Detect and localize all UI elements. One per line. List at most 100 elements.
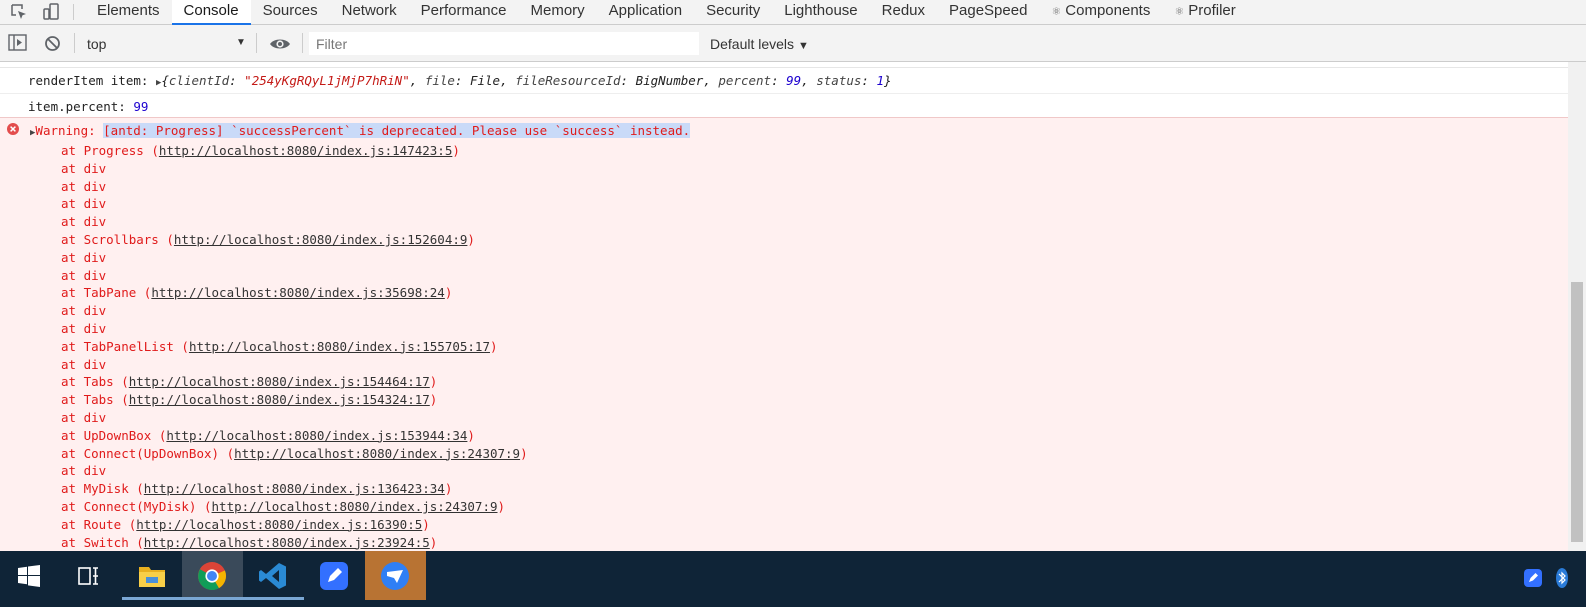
stack-source-link[interactable]: http://localhost:8080/index.js:24307:9 — [234, 446, 520, 461]
scrollbar-thumb[interactable] — [1571, 282, 1583, 542]
stack-source-link[interactable]: http://localhost:8080/index.js:147423:5 — [159, 143, 453, 158]
tab-label: Network — [341, 2, 397, 19]
error-message: ▶Warning: [antd: Progress] `successPerce… — [30, 123, 691, 138]
vscode-icon — [259, 563, 286, 589]
tab-console[interactable]: Console — [171, 0, 251, 25]
tab-elements[interactable]: Elements — [85, 0, 172, 25]
stack-source-link[interactable]: http://localhost:8080/index.js:23924:5 — [144, 535, 430, 550]
object-key: file — [424, 73, 455, 88]
log-label: item.percent: — [28, 99, 134, 114]
tab-profiler[interactable]: ⚛ Profiler — [1162, 0, 1247, 25]
tab-network[interactable]: Network — [330, 0, 409, 25]
stack-at: at — [61, 320, 84, 336]
stack-source-link[interactable]: http://localhost:8080/index.js:35698:24 — [151, 285, 445, 300]
stack-paren: ) — [520, 445, 528, 461]
object-preview[interactable]: {clientId: "254yKgRQyL1jMjP7hRiN", file:… — [161, 73, 891, 88]
tray-app-icon[interactable] — [1523, 568, 1543, 588]
stack-source-link[interactable]: http://localhost:8080/index.js:154324:17 — [129, 392, 430, 407]
tab-redux[interactable]: Redux — [870, 0, 937, 25]
object-open-brace: { — [161, 73, 169, 88]
stack-at: at — [61, 481, 84, 497]
stack-function: div — [83, 214, 107, 230]
stack-frame: at div — [61, 462, 528, 480]
stack-function: Progress — [83, 143, 144, 158]
context-dropdown-arrow[interactable]: ▼ — [236, 37, 246, 48]
stack-paren: ( — [128, 481, 144, 497]
stack-paren: ) — [467, 427, 475, 443]
stack-at: at — [61, 143, 84, 158]
stack-frame: at MyDisk (http://localhost:8080/index.j… — [61, 480, 528, 498]
stack-source-link[interactable]: http://localhost:8080/index.js:153944:34 — [166, 428, 467, 443]
chrome-icon — [198, 562, 227, 590]
taskbar-file-explorer[interactable] — [122, 551, 183, 600]
stack-function: Connect(MyDisk) — [83, 498, 197, 514]
tab-lighthouse[interactable]: Lighthouse — [772, 0, 869, 25]
stack-at: at — [61, 249, 84, 265]
tab-performance[interactable]: Performance — [409, 0, 519, 25]
device-toolbar-icon[interactable] — [41, 2, 61, 22]
stack-frame: at Switch (http://localhost:8080/index.j… — [61, 534, 528, 551]
tab-sources[interactable]: Sources — [251, 0, 330, 25]
object-value: BigNumber — [635, 73, 704, 88]
stack-source-link[interactable]: http://localhost:8080/index.js:154464:17 — [129, 374, 430, 389]
stack-source-link[interactable]: http://localhost:8080/index.js:16390:5 — [136, 517, 422, 532]
stack-function: div — [83, 409, 107, 425]
tab-security[interactable]: Security — [694, 0, 772, 25]
stack-source-link[interactable]: http://localhost:8080/index.js:136423:34 — [144, 481, 445, 496]
stack-source-link[interactable]: http://localhost:8080/index.js:152604:9 — [174, 232, 468, 247]
object-comma: , — [801, 73, 817, 88]
stack-frame: at div — [61, 213, 528, 231]
stack-paren: ( — [196, 498, 212, 514]
stack-at: at — [61, 516, 84, 532]
stack-frame: at div — [61, 249, 528, 267]
taskbar-doc-app[interactable] — [304, 551, 365, 600]
start-button[interactable] — [0, 551, 61, 600]
stack-at: at — [61, 445, 84, 461]
stack-paren: ) — [467, 231, 475, 247]
stack-at: at — [61, 160, 84, 176]
log-value: 99 — [133, 99, 149, 114]
tab-label: PageSpeed — [949, 2, 1028, 19]
filter-input[interactable] — [309, 32, 699, 55]
inspect-element-icon[interactable] — [9, 2, 29, 22]
stack-paren: ) — [497, 498, 506, 514]
tab-memory[interactable]: Memory — [519, 0, 597, 25]
stack-frame: at Tabs (http://localhost:8080/index.js:… — [61, 373, 528, 391]
log-message: item.percent: 99 — [28, 99, 148, 114]
live-expression-eye-icon[interactable] — [269, 37, 291, 51]
stack-source-link[interactable]: http://localhost:8080/index.js:24307:9 — [212, 499, 498, 514]
log-levels-select[interactable]: Default levels ▼ — [710, 36, 809, 52]
object-close-brace: } — [884, 73, 892, 88]
object-colon: : — [771, 73, 787, 88]
stack-at: at — [61, 178, 84, 194]
stack-paren: ) — [429, 392, 438, 408]
tab-label: Performance — [420, 2, 507, 19]
stack-frame: at Route (http://localhost:8080/index.js… — [61, 516, 528, 534]
stack-frame: at Connect(MyDisk) (http://localhost:808… — [61, 498, 528, 516]
console-scrollbar[interactable] — [1568, 62, 1586, 551]
taskbar-chrome[interactable] — [182, 551, 243, 600]
stack-paren: ( — [158, 231, 174, 247]
clear-console-icon[interactable] — [44, 35, 61, 52]
stack-at: at — [61, 196, 84, 212]
tab-label: Lighthouse — [784, 2, 858, 19]
stack-at: at — [61, 285, 84, 301]
stack-frame: at div — [61, 356, 528, 374]
tab-pagespeed[interactable]: PageSpeed — [937, 0, 1039, 25]
console-error-row: ▶Warning: [antd: Progress] `successPerce… — [0, 118, 1568, 551]
sidebar-toggle-icon[interactable] — [8, 34, 28, 52]
stack-function: div — [83, 303, 107, 319]
stack-function: TabPane — [83, 285, 137, 301]
tab-components[interactable]: ⚛ Components — [1039, 0, 1162, 25]
stack-trace: at Progress (http://localhost:8080/index… — [61, 142, 528, 551]
taskbar-feishu[interactable] — [365, 551, 426, 600]
context-select[interactable]: top — [87, 36, 106, 52]
tab-application[interactable]: Application — [597, 0, 694, 25]
task-view-button[interactable] — [61, 551, 122, 600]
stack-paren: ) — [444, 481, 453, 497]
bluetooth-icon[interactable] — [1556, 568, 1568, 588]
stack-function: div — [83, 178, 107, 194]
stack-source-link[interactable]: http://localhost:8080/index.js:155705:17 — [189, 339, 490, 354]
stack-frame: at div — [61, 160, 528, 178]
taskbar-vscode[interactable] — [243, 551, 304, 600]
